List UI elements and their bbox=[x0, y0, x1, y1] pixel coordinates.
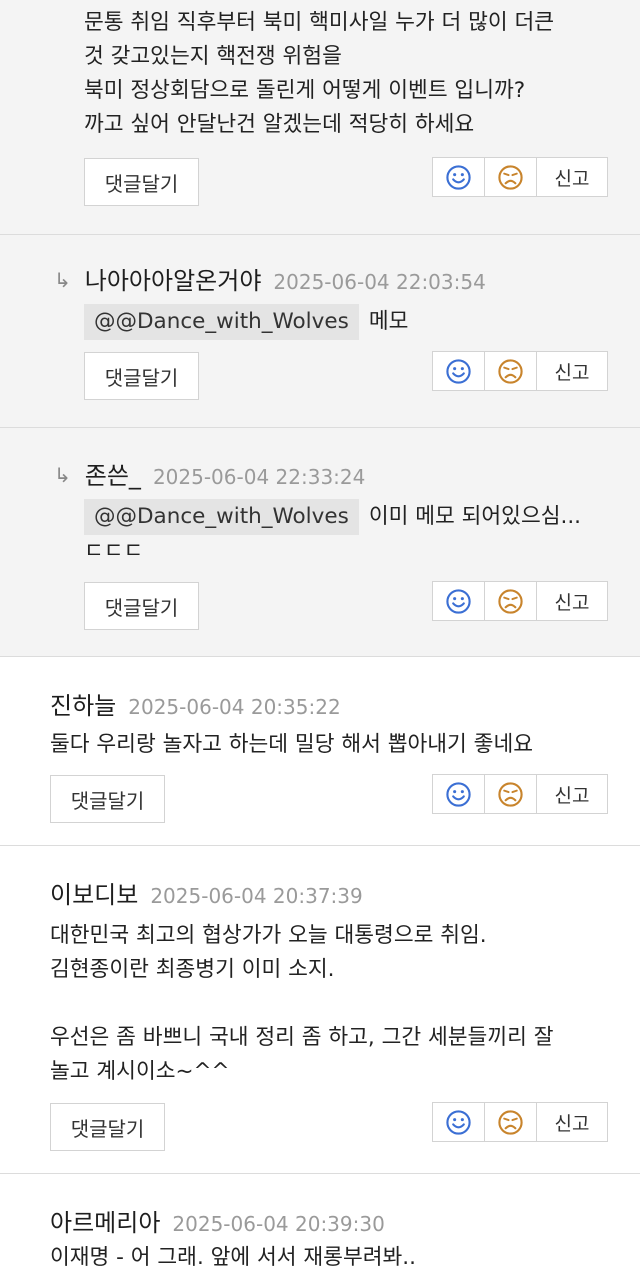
reply-button[interactable]: 댓글달기 bbox=[84, 582, 199, 630]
dislike-button[interactable] bbox=[485, 158, 537, 196]
comment-date: 2025-06-04 20:37:39 bbox=[150, 884, 363, 908]
like-button[interactable] bbox=[433, 1103, 485, 1141]
report-button[interactable]: 신고 bbox=[537, 582, 607, 620]
comment-line: 김현종이란 최종병기 이미 소지. bbox=[50, 957, 335, 982]
comment: 이보디보 2025-06-04 20:37:39 대한민국 최고의 협상가가 오… bbox=[0, 846, 640, 1174]
comment-line: 이재명 - 어 그래. 앞에 서서 재롱부려봐.. bbox=[50, 1245, 416, 1270]
comment: 진하늘 2025-06-04 20:35:22 둘다 우리랑 놀자고 하는데 밀… bbox=[0, 657, 640, 846]
comment-line: 것 갖고있는지 핵전쟁 위험을 bbox=[84, 44, 342, 69]
comment-date: 2025-06-04 20:39:30 bbox=[172, 1212, 385, 1236]
comment-author[interactable]: 존쓴_ bbox=[85, 456, 141, 491]
comment-actions: 신고 bbox=[432, 157, 608, 197]
frown-icon bbox=[498, 1109, 523, 1135]
like-button[interactable] bbox=[433, 352, 485, 390]
comment-body: 대한민국 최고의 협상가가 오늘 대통령으로 취임. 김현종이란 최종병기 이미… bbox=[50, 919, 554, 1089]
smile-icon bbox=[446, 164, 471, 190]
smile-icon bbox=[446, 781, 471, 807]
comment-author[interactable]: 나아아아알온거야 bbox=[85, 261, 262, 296]
comment-line: 북미 정상회담으로 돌린게 어떻게 이벤트 입니까? bbox=[84, 78, 526, 103]
comment-author[interactable]: 이보디보 bbox=[50, 875, 138, 910]
reply-button[interactable]: 댓글달기 bbox=[50, 775, 165, 823]
dislike-button[interactable] bbox=[485, 775, 537, 813]
comment-body: @@Dance_with_Wolves 메모 bbox=[84, 304, 408, 340]
smile-icon bbox=[446, 358, 471, 384]
comment-body: 문통 취임 직후부터 북미 핵미사일 누가 더 많이 더큰 것 갖고있는지 핵전… bbox=[84, 6, 554, 142]
comment-actions: 신고 bbox=[432, 581, 608, 621]
dislike-button[interactable] bbox=[485, 352, 537, 390]
comment-header: 이보디보 2025-06-04 20:37:39 bbox=[50, 875, 363, 910]
comment-line: 이미 메모 되어있으심... bbox=[368, 504, 582, 529]
comment-body: @@Dance_with_Wolves 이미 메모 되어있으심... ㄷㄷㄷ bbox=[84, 499, 581, 569]
comment-line: 우선은 좀 바쁘니 국내 정리 좀 하고, 그간 세분들끼리 잘 bbox=[50, 1025, 554, 1050]
smile-icon bbox=[446, 1109, 471, 1135]
comment-author[interactable]: 진하늘 bbox=[50, 686, 116, 721]
comment-date: 2025-06-04 20:35:22 bbox=[128, 695, 341, 719]
reply-arrow-icon: ↳ bbox=[54, 268, 71, 292]
comment-date: 2025-06-04 22:33:24 bbox=[152, 465, 366, 489]
comment-line: 대한민국 최고의 협상가가 오늘 대통령으로 취임. bbox=[50, 923, 487, 948]
comment-author[interactable]: 아르메리아 bbox=[50, 1203, 160, 1238]
comment-line bbox=[50, 987, 554, 1021]
comment-line: 메모 bbox=[368, 309, 409, 334]
comment-line: 둘다 우리랑 놀자고 하는데 밀당 해서 뽑아내기 좋네요 bbox=[50, 732, 534, 757]
comment-header: ↳ 존쓴_ 2025-06-04 22:33:24 bbox=[54, 456, 365, 491]
report-button[interactable]: 신고 bbox=[537, 158, 607, 196]
comment-header: ↳ 나아아아알온거야 2025-06-04 22:03:54 bbox=[54, 261, 486, 296]
smile-icon bbox=[446, 588, 471, 614]
reply-comment: 문통 취임 직후부터 북미 핵미사일 누가 더 많이 더큰 것 갖고있는지 핵전… bbox=[0, 0, 640, 235]
comment-body: 이재명 - 어 그래. 앞에 서서 재롱부려봐.. bbox=[50, 1241, 416, 1275]
reply-button[interactable]: 댓글달기 bbox=[84, 158, 199, 206]
mention-tag[interactable]: @@Dance_with_Wolves bbox=[84, 304, 359, 340]
like-button[interactable] bbox=[433, 775, 485, 813]
report-button[interactable]: 신고 bbox=[537, 1103, 607, 1141]
reply-arrow-icon: ↳ bbox=[54, 463, 71, 487]
comment-line: 놀고 계시이소~^^ bbox=[50, 1059, 230, 1084]
comment-line: 문통 취임 직후부터 북미 핵미사일 누가 더 많이 더큰 bbox=[84, 10, 555, 35]
comment-header: 진하늘 2025-06-04 20:35:22 bbox=[50, 686, 341, 721]
reply-button[interactable]: 댓글달기 bbox=[84, 352, 199, 400]
comment-date: 2025-06-04 22:03:54 bbox=[273, 270, 486, 294]
dislike-button[interactable] bbox=[485, 1103, 537, 1141]
report-button[interactable]: 신고 bbox=[537, 352, 607, 390]
comment-line: ㄷㄷㄷ bbox=[84, 539, 144, 564]
reply-comment: ↳ 나아아아알온거야 2025-06-04 22:03:54 @@Dance_w… bbox=[0, 235, 640, 428]
reply-button[interactable]: 댓글달기 bbox=[50, 1103, 165, 1151]
like-button[interactable] bbox=[433, 158, 485, 196]
report-button[interactable]: 신고 bbox=[537, 775, 607, 813]
like-button[interactable] bbox=[433, 582, 485, 620]
dislike-button[interactable] bbox=[485, 582, 537, 620]
frown-icon bbox=[498, 781, 523, 807]
comment-actions: 신고 bbox=[432, 1102, 608, 1142]
frown-icon bbox=[498, 164, 523, 190]
mention-tag[interactable]: @@Dance_with_Wolves bbox=[84, 499, 359, 535]
frown-icon bbox=[498, 358, 523, 384]
comment: 아르메리아 2025-06-04 20:39:30 이재명 - 어 그래. 앞에… bbox=[0, 1174, 640, 1280]
reply-comment: ↳ 존쓴_ 2025-06-04 22:33:24 @@Dance_with_W… bbox=[0, 428, 640, 657]
frown-icon bbox=[498, 588, 523, 614]
comment-actions: 신고 bbox=[432, 774, 608, 814]
comment-header: 아르메리아 2025-06-04 20:39:30 bbox=[50, 1203, 385, 1238]
comment-line: 까고 싶어 안달난건 알겠는데 적당히 하세요 bbox=[84, 112, 475, 137]
comment-actions: 신고 bbox=[432, 351, 608, 391]
comment-body: 둘다 우리랑 놀자고 하는데 밀당 해서 뽑아내기 좋네요 bbox=[50, 728, 533, 762]
